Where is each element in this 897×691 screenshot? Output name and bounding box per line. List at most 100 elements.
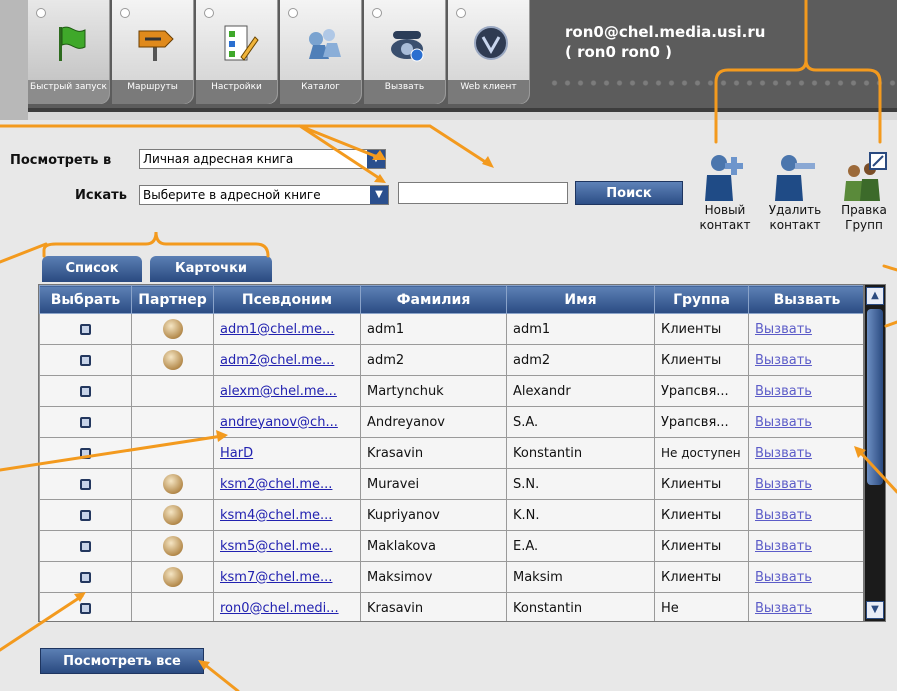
column-header-group[interactable]: Группа: [654, 285, 749, 314]
search-input[interactable]: [398, 182, 568, 204]
alias-link[interactable]: andreyanov@ch...: [220, 415, 338, 430]
tab-list[interactable]: Список: [42, 256, 142, 282]
alias-cell: ksm5@chel.me...: [213, 530, 361, 562]
call-link[interactable]: Вызвать: [755, 508, 812, 523]
group-cell: Клиенты: [654, 468, 749, 500]
chevron-down-icon[interactable]: ▼: [370, 186, 388, 204]
telephone-icon: [386, 22, 428, 64]
new-contact-button[interactable]: Новый контакт: [694, 145, 756, 233]
call-link[interactable]: Вызвать: [755, 322, 812, 337]
call-link[interactable]: Вызвать: [755, 384, 812, 399]
group-cell: Клиенты: [654, 561, 749, 593]
search-field-select[interactable]: Выберите в адресной книге ▼: [139, 185, 389, 205]
column-header-alias[interactable]: Псевдоним: [213, 285, 361, 314]
chevron-down-icon[interactable]: ▼: [367, 150, 385, 168]
table-header-row: Выбрать Партнер Псевдоним Фамилия Имя Гр…: [39, 285, 863, 314]
row-checkbox[interactable]: [80, 385, 91, 397]
toolbar-dot: [372, 8, 382, 18]
row-checkbox[interactable]: [80, 571, 91, 583]
toolbar-routes-button[interactable]: Маршруты: [112, 0, 194, 104]
call-link[interactable]: Вызвать: [755, 353, 812, 368]
contacts-table: Выбрать Партнер Псевдоним Фамилия Имя Гр…: [38, 284, 864, 622]
scroll-up-icon[interactable]: ▲: [866, 287, 884, 305]
tab-cards[interactable]: Карточки: [150, 256, 272, 282]
column-header-call[interactable]: Вызвать: [748, 285, 863, 314]
row-checkbox[interactable]: [80, 509, 91, 521]
toolbar-label: Вызвать: [364, 80, 445, 104]
scroll-down-icon[interactable]: ▼: [866, 601, 884, 619]
first-name-cell: adm1: [506, 313, 655, 345]
column-header-last-name[interactable]: Фамилия: [360, 285, 507, 314]
select-cell: [39, 468, 132, 500]
row-checkbox[interactable]: [80, 354, 91, 366]
row-checkbox[interactable]: [80, 447, 91, 459]
column-header-partner[interactable]: Партнер: [131, 285, 214, 314]
row-checkbox[interactable]: [80, 478, 91, 490]
select-cell: [39, 437, 132, 469]
table-row: ksm5@chel.me... Maklakova E.A. Клиенты В…: [39, 530, 863, 562]
alias-link[interactable]: ksm5@chel.me...: [220, 539, 332, 554]
edit-groups-icon: [832, 145, 896, 203]
annotation-line-scroll-mid: [884, 320, 897, 328]
column-header-first-name[interactable]: Имя: [506, 285, 655, 314]
column-header-select[interactable]: Выбрать: [39, 285, 132, 314]
alias-link[interactable]: ksm2@chel.me...: [220, 477, 332, 492]
user-info: ron0@chel.media.usi.ru ( ron0 ron0 ): [565, 22, 765, 62]
call-link[interactable]: Вызвать: [755, 415, 812, 430]
annotation-line-tabs: [0, 242, 48, 264]
toolbar-catalog-button[interactable]: Каталог: [280, 0, 362, 104]
first-name-cell: Maksim: [506, 561, 655, 593]
row-checkbox[interactable]: [80, 323, 91, 335]
partner-icon: [162, 505, 183, 525]
find-label: Искать: [75, 188, 127, 203]
group-cell: Клиенты: [654, 313, 749, 345]
scrollbar-thumb[interactable]: [867, 309, 883, 485]
toolbar-call-button[interactable]: Вызвать: [364, 0, 446, 104]
annotation-arrowhead: [374, 174, 386, 183]
call-link[interactable]: Вызвать: [755, 539, 812, 554]
alias-link[interactable]: ksm7@chel.me...: [220, 570, 332, 585]
call-cell: Вызвать: [748, 592, 863, 621]
search-button[interactable]: Поиск: [575, 181, 683, 205]
table-scrollbar[interactable]: ▲ ▼: [864, 284, 886, 622]
last-name-cell: Krasavin: [360, 592, 507, 621]
toolbar-dot: [36, 8, 46, 18]
toolbar-label: Быстрый запуск: [28, 80, 109, 104]
call-cell: Вызвать: [748, 561, 863, 593]
last-name-cell: Martynchuk: [360, 375, 507, 407]
partner-icon: [162, 474, 183, 494]
first-name-cell: adm2: [506, 344, 655, 376]
call-link[interactable]: Вызвать: [755, 477, 812, 492]
call-cell: Вызвать: [748, 375, 863, 407]
toolbar-web-client-button[interactable]: Web клиент: [448, 0, 530, 104]
call-link[interactable]: Вызвать: [755, 570, 812, 585]
toolbar-quick-launch-button[interactable]: Быстрый запуск: [28, 0, 110, 104]
alias-link[interactable]: ksm4@chel.me...: [220, 508, 332, 523]
toolbar-rivets: [548, 78, 897, 88]
row-checkbox[interactable]: [80, 602, 91, 614]
alias-link[interactable]: ron0@chel.medi...: [220, 601, 339, 616]
partner-cell: [131, 313, 214, 345]
call-link[interactable]: Вызвать: [755, 601, 812, 616]
row-checkbox[interactable]: [80, 416, 91, 428]
view-all-button[interactable]: Посмотреть все: [40, 648, 204, 674]
delete-contact-button[interactable]: Удалить контакт: [764, 145, 826, 233]
toolbar-settings-button[interactable]: Настройки: [196, 0, 278, 104]
alias-link[interactable]: alexm@chel.me...: [220, 384, 337, 399]
edit-groups-button[interactable]: Правка Групп: [832, 145, 896, 233]
alias-link[interactable]: adm1@chel.me...: [220, 322, 334, 337]
call-link[interactable]: Вызвать: [755, 446, 812, 461]
table-row: ksm2@chel.me... Muravei S.N. Клиенты Выз…: [39, 468, 863, 500]
partner-icon: [162, 536, 183, 556]
table-row: ron0@chel.medi... Krasavin Konstantin Не…: [39, 592, 863, 621]
alias-link[interactable]: adm2@chel.me...: [220, 353, 334, 368]
row-checkbox[interactable]: [80, 540, 91, 552]
address-book-select[interactable]: Личная адресная книга ▼: [139, 149, 386, 169]
alias-cell: adm1@chel.me...: [213, 313, 361, 345]
partner-icon: [162, 350, 183, 370]
table-row: alexm@chel.me... Martynchuk Alexandr Ура…: [39, 375, 863, 407]
select-cell: [39, 375, 132, 407]
last-name-cell: Kupriyanov: [360, 499, 507, 531]
delete-contact-label: Удалить контакт: [768, 203, 822, 232]
alias-link[interactable]: HarD: [220, 446, 253, 461]
